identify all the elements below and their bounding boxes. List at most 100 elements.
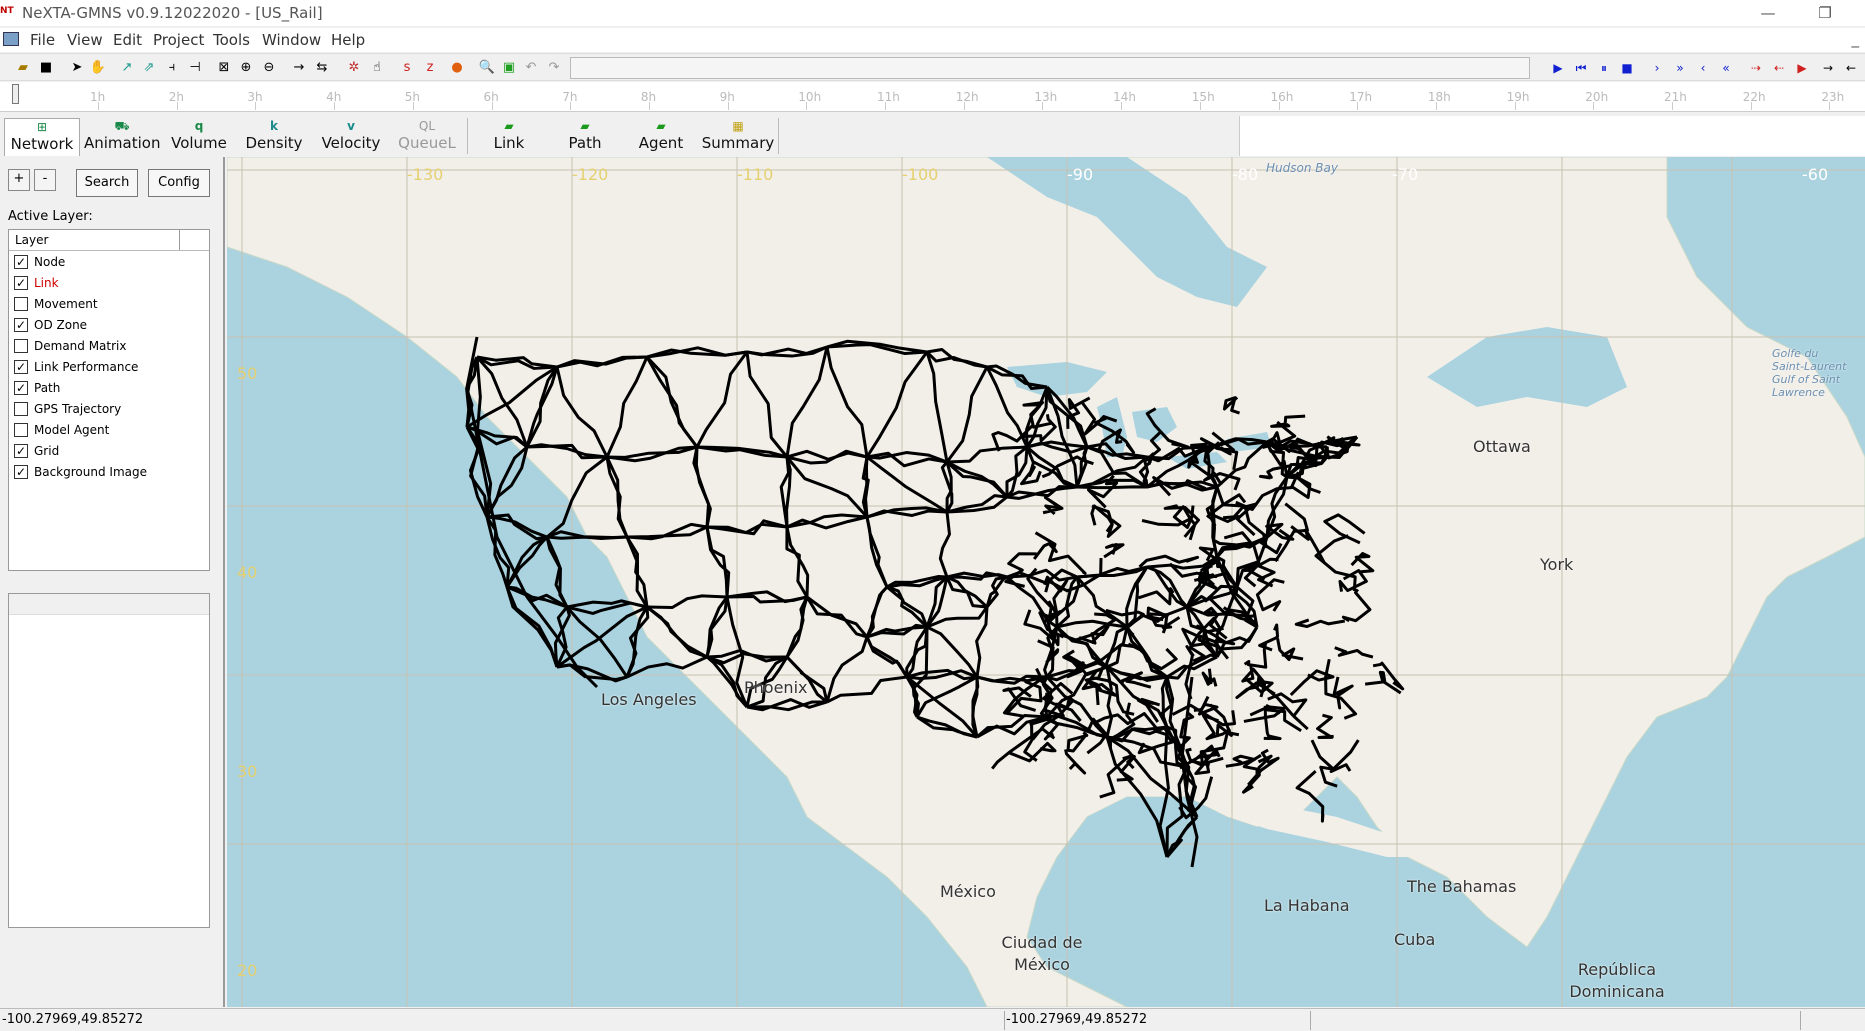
column-divider[interactable] xyxy=(179,230,180,250)
lat-label: 20 xyxy=(237,961,258,980)
magnifier-icon[interactable]: 🔍 xyxy=(478,59,496,77)
redo-icon[interactable]: ↷ xyxy=(545,59,563,77)
menu-tools[interactable]: Tools xyxy=(213,31,250,49)
play-icon[interactable]: ▶ xyxy=(1550,59,1566,77)
red-forward-icon[interactable]: ⇢ xyxy=(1748,59,1764,77)
step-back-icon[interactable]: ‹ xyxy=(1695,59,1711,77)
zoom-in-button[interactable]: + xyxy=(8,169,30,191)
draw-two-way-link-icon[interactable]: ⇗ xyxy=(140,59,158,77)
rewind-icon[interactable]: ⏮ xyxy=(1573,59,1589,77)
layer-item-model-agent[interactable]: Model Agent xyxy=(9,419,209,440)
timeline-thumb[interactable] xyxy=(12,84,19,104)
menu-view[interactable]: View xyxy=(67,31,103,49)
zoom-out-button[interactable]: - xyxy=(34,169,56,191)
tab-density[interactable]: k Density xyxy=(238,118,310,156)
map-canvas[interactable] xyxy=(227,157,1865,1007)
layer-item-link-performance[interactable]: ✓ Link Performance xyxy=(9,356,209,377)
tab-animation[interactable]: ⛟ Animation xyxy=(84,118,160,156)
timeline-tick xyxy=(727,102,729,110)
layer-label: Link Performance xyxy=(34,359,139,374)
layer-checkbox[interactable]: ✓ xyxy=(14,317,28,332)
status-bar: -100.27969,49.85272 -100.27969,49.85272 xyxy=(0,1008,1865,1031)
grab-hand-icon[interactable]: ☝ xyxy=(368,59,386,77)
layer-item-gps-trajectory[interactable]: GPS Trajectory xyxy=(9,398,209,419)
tab-volume[interactable]: q Volume xyxy=(164,118,234,156)
cursor-coordinates-center: -100.27969,49.85272 xyxy=(1006,1012,1148,1027)
fit-extent-icon[interactable]: ⊠ xyxy=(215,59,233,77)
layer-checkbox[interactable] xyxy=(14,401,28,416)
layer-checkbox[interactable]: ✓ xyxy=(14,275,28,290)
layer-item-node[interactable]: ✓ Node xyxy=(9,251,209,272)
red-back-icon[interactable]: ⇠ xyxy=(1771,59,1787,77)
tab-agent[interactable]: ▰ Agent xyxy=(626,118,696,156)
draw-link-icon[interactable]: ↗ xyxy=(118,59,136,77)
tab-link[interactable]: ▰ Link xyxy=(474,118,544,156)
tab-network[interactable]: ⊞ Network xyxy=(4,118,80,156)
fast-forward-icon[interactable]: ● xyxy=(448,59,466,77)
layer-checkbox[interactable]: ✓ xyxy=(14,443,28,458)
layer-checkbox[interactable]: ✓ xyxy=(14,254,28,269)
layer-checkbox[interactable]: ✓ xyxy=(14,359,28,374)
layer-checkbox[interactable]: ✓ xyxy=(14,380,28,395)
zoom-window-icon[interactable]: ⊕ xyxy=(237,59,255,77)
layer-checkbox[interactable] xyxy=(14,338,28,353)
layer-item-movement[interactable]: Movement xyxy=(9,293,209,314)
map-view[interactable]: - -130 -120 -110 -100 -90 -80 -70 -60 50… xyxy=(227,157,1865,1007)
layer-item-demand-matrix[interactable]: Demand Matrix xyxy=(9,335,209,356)
red-play-icon[interactable]: ▶ xyxy=(1794,59,1810,77)
pause-icon[interactable]: ⏸ xyxy=(1596,59,1612,77)
mdi-minimize-button[interactable]: _ xyxy=(1852,30,1860,48)
export-icon[interactable]: ▣ xyxy=(500,59,518,77)
select-arrow-icon[interactable]: ➤ xyxy=(68,59,86,77)
tab-path[interactable]: ▰ Path xyxy=(550,118,620,156)
step-forward-icon[interactable]: › xyxy=(1649,59,1665,77)
layer-checkbox[interactable] xyxy=(14,296,28,311)
signal-s-icon[interactable]: s xyxy=(398,59,416,77)
layer-item-background-image[interactable]: ✓ Background Image xyxy=(9,461,209,482)
layer-item-grid[interactable]: ✓ Grid xyxy=(9,440,209,461)
open-folder-icon[interactable]: ▰ xyxy=(14,59,32,77)
restore-button[interactable]: ❐ xyxy=(1810,2,1840,24)
previous-icon[interactable]: ← xyxy=(1843,59,1859,77)
layer-item-path[interactable]: ✓ Path xyxy=(9,377,209,398)
next-icon[interactable]: → xyxy=(1820,59,1836,77)
zoom-out-icon[interactable]: ⊖ xyxy=(260,59,278,77)
tab-queuel[interactable]: QL QueueL xyxy=(392,118,462,156)
layer-checkbox[interactable]: ✓ xyxy=(14,464,28,479)
layer-item-link[interactable]: ✓ Link xyxy=(9,272,209,293)
undo-icon[interactable]: ↶ xyxy=(522,59,540,77)
network-icon: ⊞ xyxy=(36,120,48,134)
timeline-tick xyxy=(176,102,178,110)
save-icon[interactable]: ■ xyxy=(37,59,55,77)
menu-file[interactable]: File xyxy=(30,31,55,49)
layer-item-od-zone[interactable]: ✓ OD Zone xyxy=(9,314,209,335)
timeline-tick xyxy=(334,102,336,110)
menu-edit[interactable]: Edit xyxy=(113,31,142,49)
minimize-button[interactable]: — xyxy=(1753,2,1783,24)
timeline-slider[interactable]: 1h 2h 3h 4h 5h 6h 7h 8h 9h 10h 11h 12h 13h 14h 15h 16h 1… xyxy=(0,82,1865,112)
menu-project[interactable]: Project xyxy=(153,31,204,49)
document-icon[interactable] xyxy=(3,32,19,46)
move-node-icon[interactable]: ⊣ xyxy=(186,59,204,77)
timeline-tick xyxy=(1593,102,1595,110)
menu-help[interactable]: Help xyxy=(331,31,365,49)
arrow-right-icon[interactable]: → xyxy=(290,59,308,77)
tab-velocity[interactable]: v Velocity xyxy=(314,118,388,156)
timeline-tick xyxy=(1121,102,1123,110)
search-button[interactable]: Search xyxy=(76,169,138,197)
fast-step-forward-icon[interactable]: » xyxy=(1672,59,1688,77)
stop-icon[interactable]: ■ xyxy=(1619,59,1635,77)
rail-link[interactable] xyxy=(505,535,549,588)
pan-hand-icon[interactable]: ✋ xyxy=(89,59,107,77)
menu-window[interactable]: Window xyxy=(262,31,321,49)
config-button[interactable]: Config xyxy=(148,169,210,197)
layer-checkbox[interactable] xyxy=(14,422,28,437)
node-settings-icon[interactable]: ✲ xyxy=(345,59,363,77)
fast-step-back-icon[interactable]: « xyxy=(1718,59,1734,77)
timeline-tick xyxy=(1199,102,1201,110)
tab-summary[interactable]: ▦ Summary xyxy=(700,118,776,156)
layer-column-header[interactable]: Layer xyxy=(9,230,209,251)
swap-direction-icon[interactable]: ⇆ xyxy=(313,59,331,77)
split-link-icon[interactable]: ⫞ xyxy=(163,59,181,77)
signal-z-icon[interactable]: z xyxy=(421,59,439,77)
